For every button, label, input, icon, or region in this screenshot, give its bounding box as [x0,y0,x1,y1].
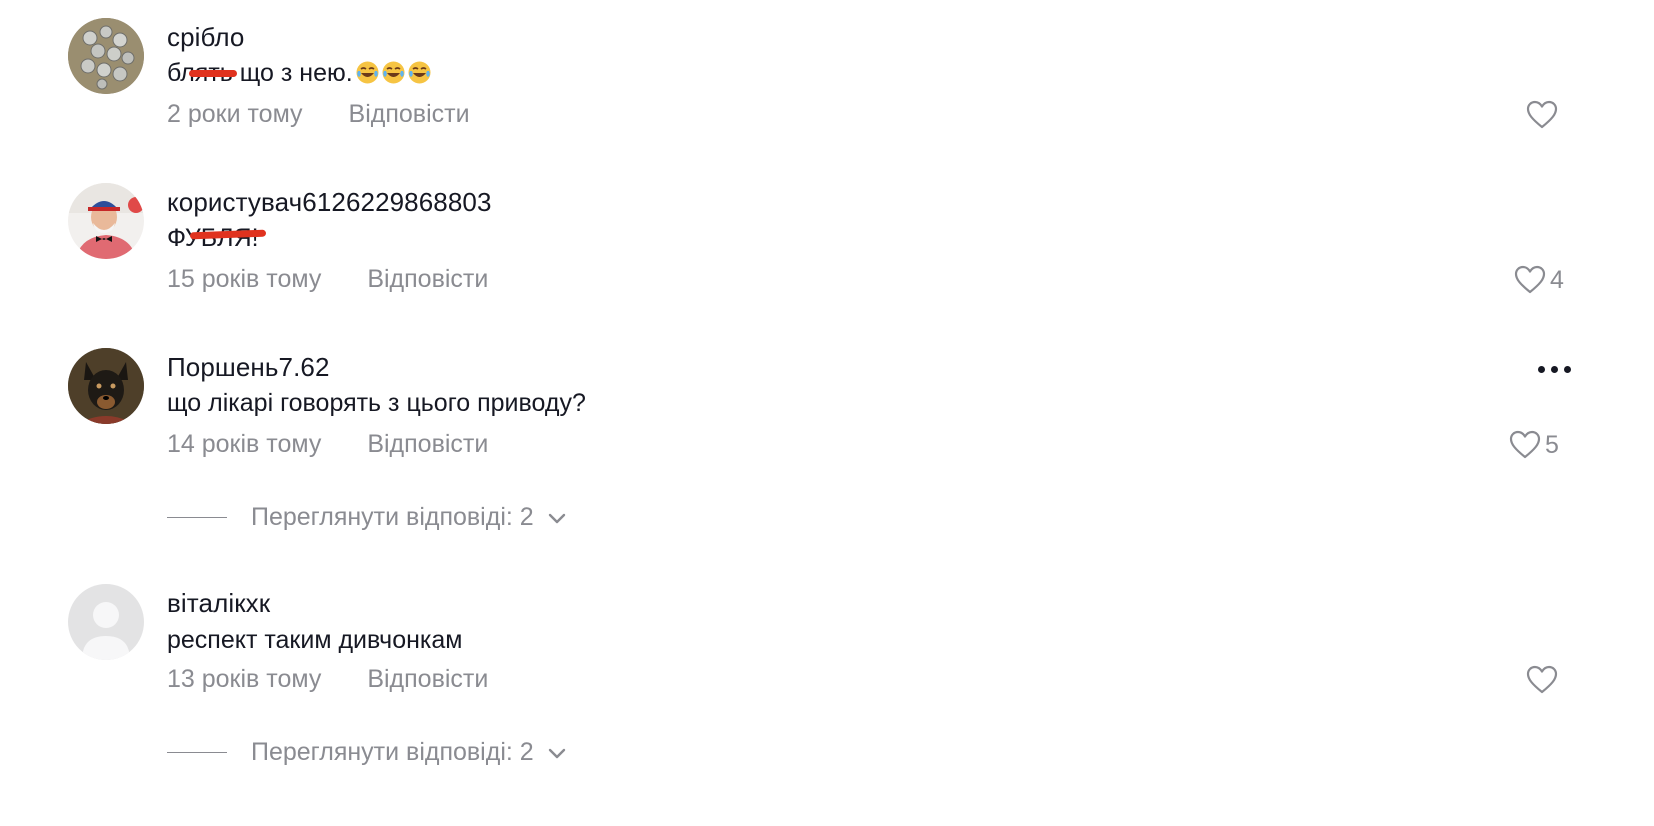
avatar[interactable] [68,584,144,660]
view-replies-button[interactable]: Переглянути відповіді: 2 [167,503,568,532]
heart-icon [1509,430,1541,459]
reply-button[interactable]: Відповісти [367,665,488,694]
chevron-down-icon [546,503,568,532]
reply-button[interactable]: Відповісти [367,265,488,294]
avatar[interactable] [68,183,144,259]
face-with-tears-of-joy-icon [356,61,379,84]
comment-meta: 13 років тому Відповісти [167,665,488,694]
comment-time: 2 роки тому [167,100,303,128]
censor-mark [189,70,237,77]
comment-username[interactable]: віталікхк [167,588,270,619]
face-with-tears-of-joy-icon [408,61,431,84]
chevron-down-icon [546,738,568,767]
like-count: 4 [1550,265,1564,294]
default-avatar-icon [68,584,144,660]
emoji-group [355,60,433,92]
comment-text: респект таким дивчонкам [167,626,463,654]
comment-username[interactable]: Поршень7.62 [167,352,330,383]
more-options-icon[interactable] [1538,366,1571,373]
dog-photo-icon [68,348,144,424]
divider-line [167,517,227,518]
avatar[interactable] [68,348,144,424]
view-replies-button[interactable]: Переглянути відповіді: 2 [167,738,568,767]
coins-photo-icon [68,18,144,94]
like-button[interactable] [1526,100,1562,130]
like-button[interactable]: 4 [1514,265,1564,295]
comment-meta: 15 років тому Відповісти [167,265,488,294]
comment-username[interactable]: срібло [167,22,244,53]
heart-icon [1526,100,1558,129]
divider-line [167,752,227,753]
reply-button[interactable]: Відповісти [349,100,470,129]
comment-time: 13 років тому [167,665,322,693]
man-with-cap-photo-icon [68,183,144,259]
comment-time: 14 років тому [167,430,322,458]
comment-meta: 2 роки тому Відповісти [167,100,470,129]
like-button[interactable]: 5 [1509,430,1559,460]
face-with-tears-of-joy-icon [382,61,405,84]
heart-icon [1526,665,1558,694]
like-count: 5 [1545,430,1559,459]
comment-username[interactable]: користувач6126229868803 [167,187,492,218]
reply-button[interactable]: Відповісти [367,430,488,459]
comment-time: 15 років тому [167,265,322,293]
view-replies-label: Переглянути відповіді: 2 [251,503,534,531]
comment-text: що лікарі говорять з цього приводу? [167,389,586,417]
avatar[interactable] [68,18,144,94]
view-replies-label: Переглянути відповіді: 2 [251,738,534,766]
comment-meta: 14 років тому Відповісти [167,430,488,459]
heart-icon [1514,265,1546,294]
like-button[interactable] [1526,665,1562,695]
